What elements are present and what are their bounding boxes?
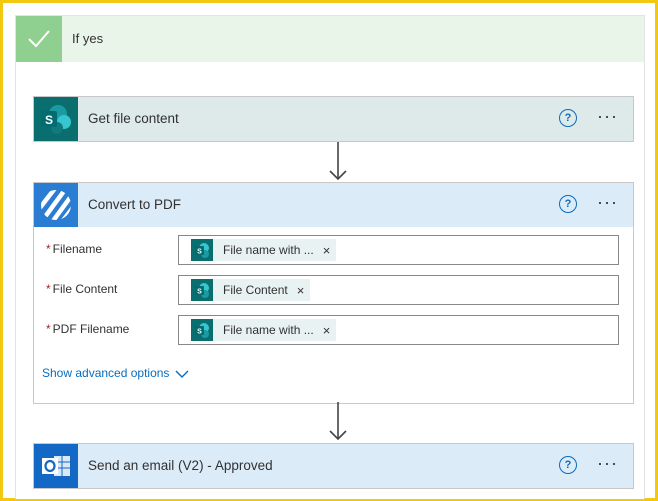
sharepoint-icon: S — [191, 319, 213, 341]
if-yes-branch: If yes S Get file content ? ··· Convert … — [15, 15, 645, 499]
arrow-down-icon — [329, 142, 347, 181]
card-header[interactable]: S Get file content ? ··· — [34, 97, 633, 141]
dynamic-content-token[interactable]: S File Content × — [191, 279, 311, 301]
svg-text:S: S — [197, 329, 202, 336]
card-title: Get file content — [88, 111, 179, 126]
dynamic-content-token[interactable]: S File name with ... × — [191, 319, 337, 341]
outlook-icon — [34, 444, 78, 488]
selected-branch-frame: If yes S Get file content ? ··· Convert … — [0, 0, 658, 501]
filename-field: * Filename S File name with ... × — [34, 235, 633, 265]
field-label: * Filename — [46, 242, 103, 256]
field-label: * PDF Filename — [46, 322, 130, 336]
show-advanced-options-link[interactable]: Show advanced options — [42, 366, 189, 380]
sharepoint-icon: S — [191, 239, 213, 261]
file-content-input[interactable]: S File Content × — [178, 275, 619, 305]
get-file-content-card[interactable]: S Get file content ? ··· — [33, 96, 634, 142]
striped-circle-icon — [34, 183, 78, 227]
convert-to-pdf-card[interactable]: Convert to PDF ? ··· * Filename S File na… — [33, 182, 634, 404]
sharepoint-icon: S — [191, 279, 213, 301]
help-icon[interactable]: ? — [559, 456, 577, 474]
svg-text:S: S — [197, 249, 202, 256]
help-icon[interactable]: ? — [559, 109, 577, 127]
pdf-filename-field: * PDF Filename S File name with ... × — [34, 315, 633, 345]
svg-text:S: S — [197, 289, 202, 296]
filename-input[interactable]: S File name with ... × — [178, 235, 619, 265]
checkmark-icon — [16, 16, 62, 62]
help-icon[interactable]: ? — [559, 195, 577, 213]
remove-token-icon[interactable]: × — [323, 243, 331, 258]
remove-token-icon[interactable]: × — [323, 323, 331, 338]
file-content-field: * File Content S File Content × — [34, 275, 633, 305]
pdf-filename-input[interactable]: S File name with ... × — [178, 315, 619, 345]
more-options-icon[interactable]: ··· — [597, 454, 618, 472]
sharepoint-icon: S — [34, 97, 78, 141]
card-header[interactable]: Convert to PDF ? ··· — [34, 183, 633, 227]
chevron-down-icon — [175, 370, 189, 378]
if-yes-label: If yes — [72, 31, 104, 46]
more-options-icon[interactable]: ··· — [597, 107, 618, 125]
card-header[interactable]: Send an email (V2) - Approved ? ··· — [34, 444, 633, 488]
if-yes-header[interactable]: If yes — [16, 16, 644, 62]
send-email-card[interactable]: Send an email (V2) - Approved ? ··· — [33, 443, 634, 489]
field-label: * File Content — [46, 282, 118, 296]
arrow-down-icon — [329, 402, 347, 441]
remove-token-icon[interactable]: × — [297, 283, 305, 298]
dynamic-content-token[interactable]: S File name with ... × — [191, 239, 337, 261]
card-title: Convert to PDF — [88, 197, 182, 212]
svg-text:S: S — [45, 113, 53, 127]
card-title: Send an email (V2) - Approved — [88, 458, 273, 473]
more-options-icon[interactable]: ··· — [597, 193, 618, 211]
